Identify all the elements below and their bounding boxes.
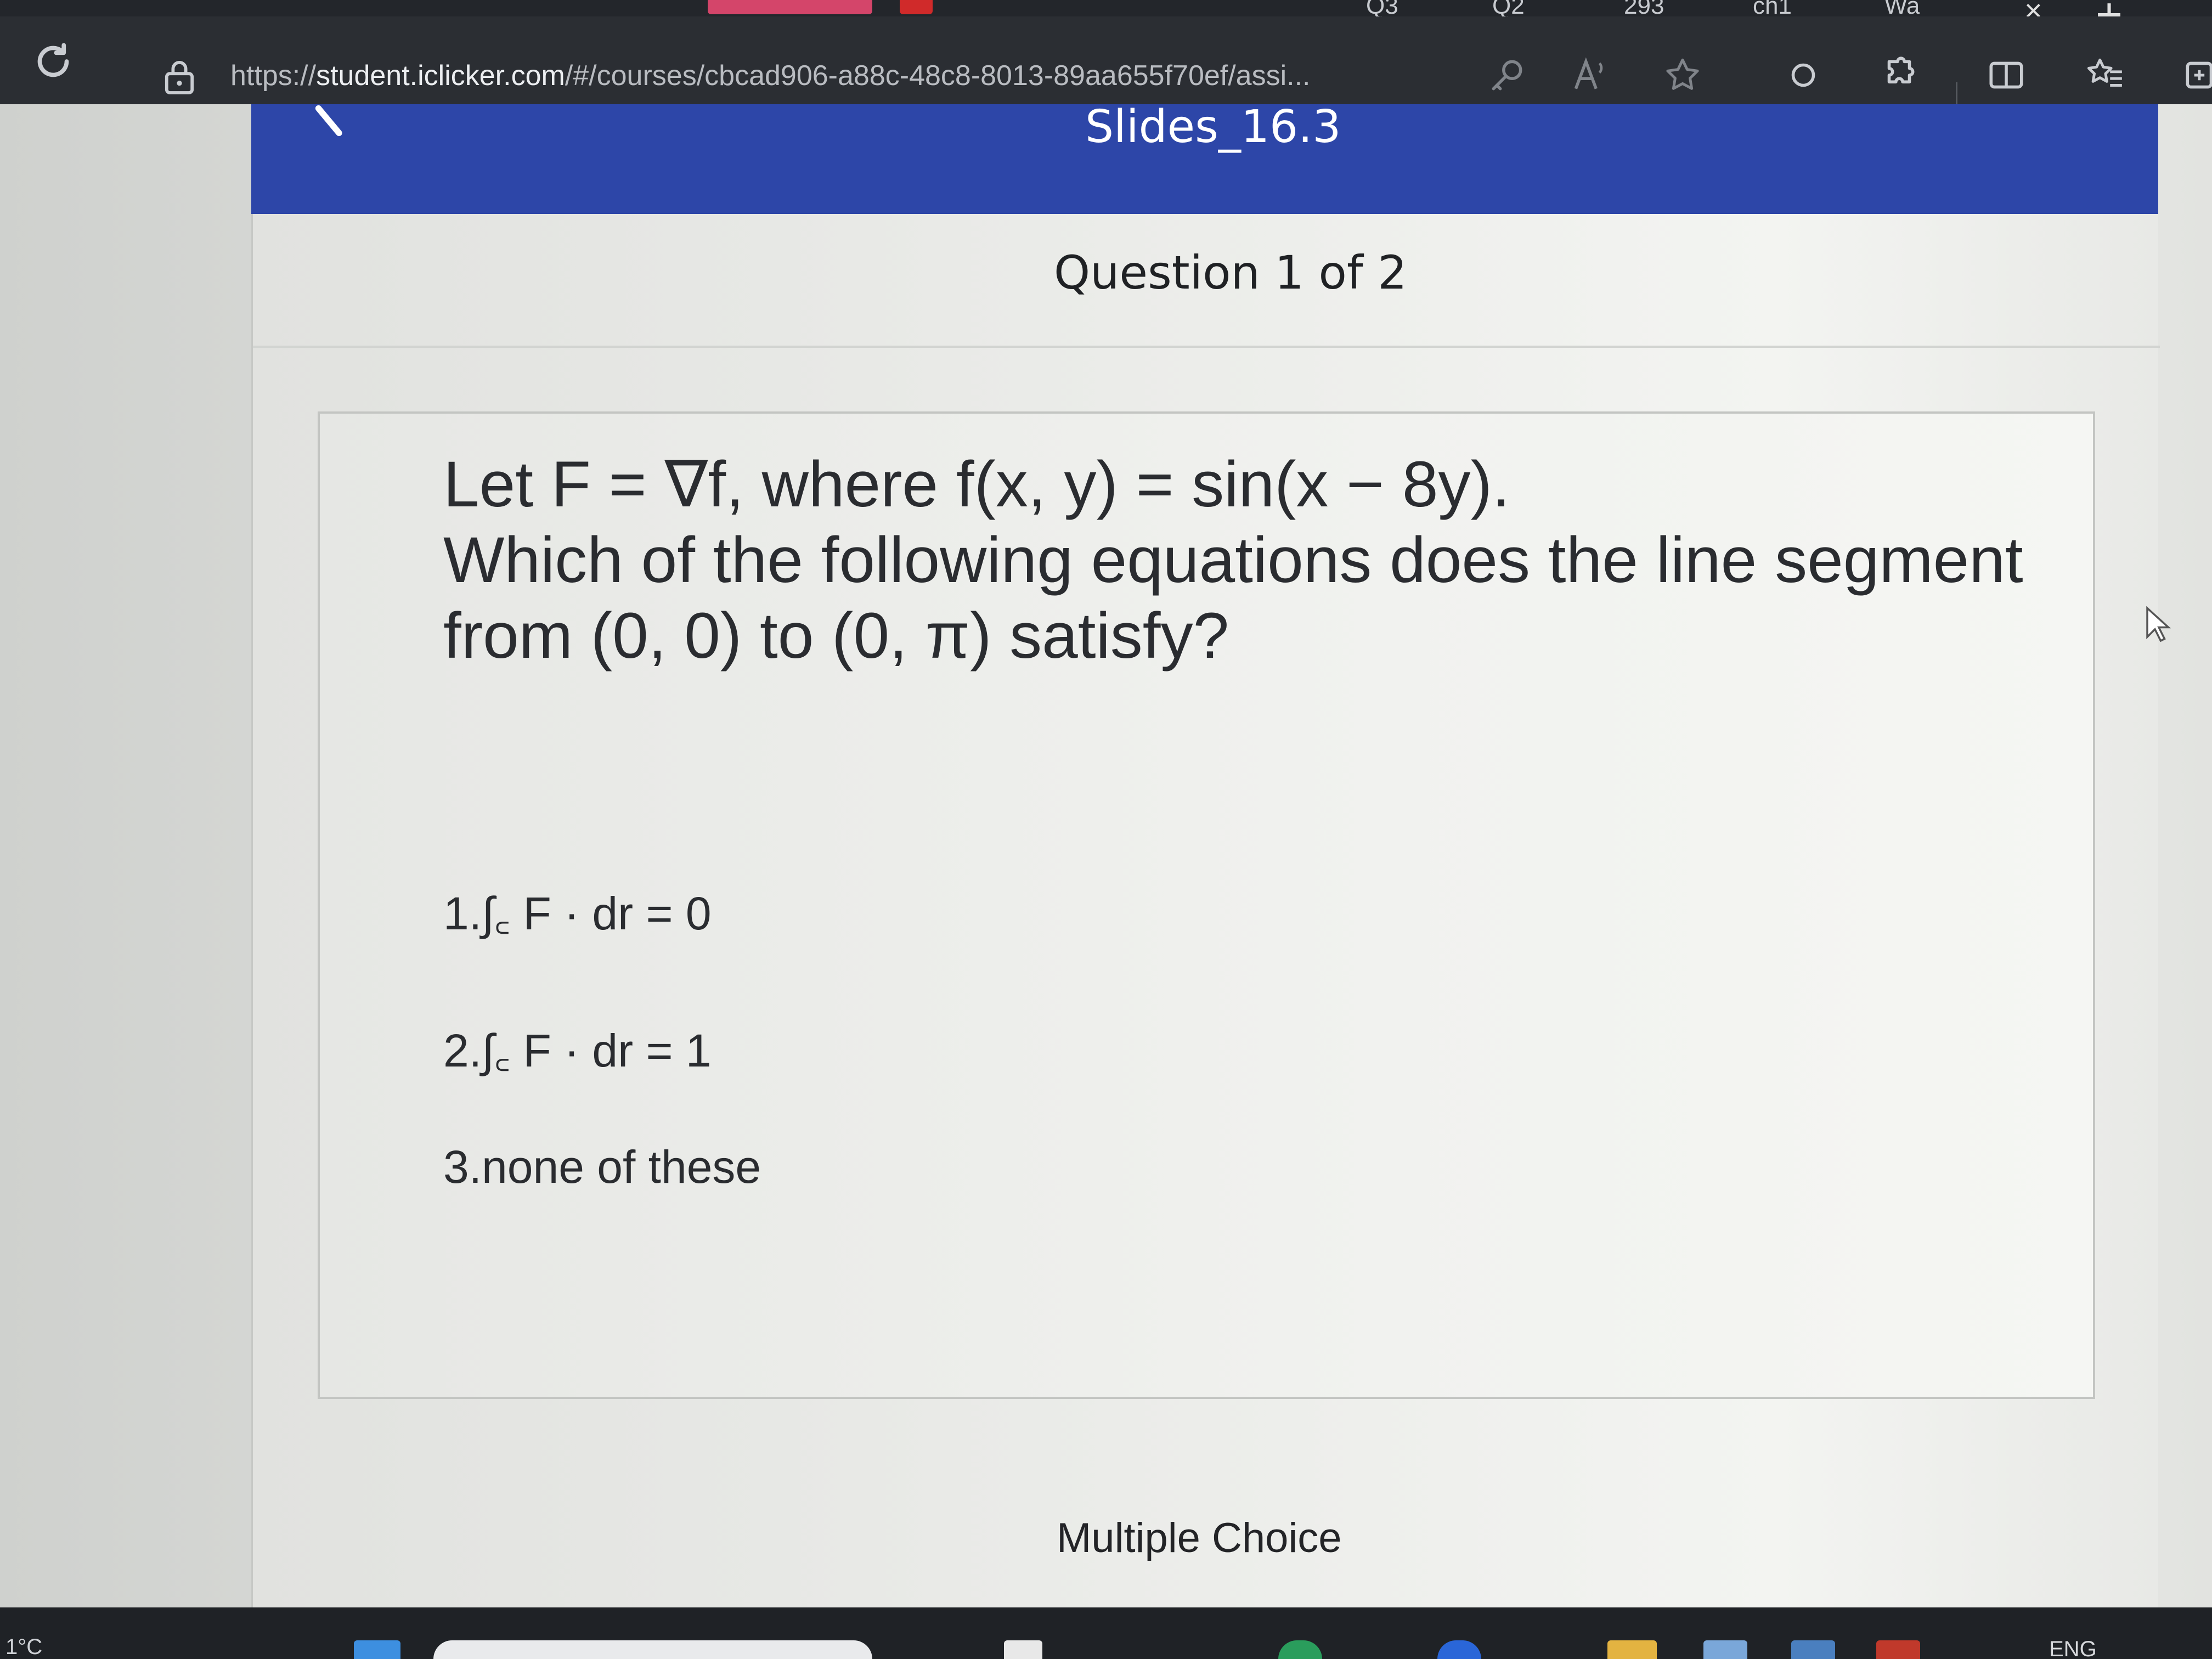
os-taskbar: 1°C ENG bbox=[0, 1607, 2212, 1659]
search-box[interactable] bbox=[433, 1640, 872, 1659]
question-card: Let F = ∇f, where f(x, y) = sin(x − 8y).… bbox=[318, 411, 2095, 1399]
page-viewport: Question 1 of 2 Let F = ∇f, where f(x, y… bbox=[0, 101, 2212, 1607]
read-aloud-icon[interactable] bbox=[1569, 55, 1610, 95]
taskbar-app-icon-5[interactable] bbox=[1791, 1640, 1835, 1659]
question-text: Let F = ∇f, where f(x, y) = sin(x − 8y).… bbox=[443, 447, 2089, 674]
url-host: student.iclicker.com bbox=[316, 60, 565, 92]
reload-icon[interactable] bbox=[30, 38, 76, 84]
header-divider bbox=[253, 346, 2160, 348]
taskbar-app-icon-6[interactable] bbox=[1876, 1640, 1920, 1659]
choice-3[interactable]: 3.none of these bbox=[443, 1141, 761, 1194]
url-field[interactable]: https://student.iclicker.com/#/courses/c… bbox=[230, 59, 1311, 92]
taskbar-app-icon-3[interactable] bbox=[1437, 1640, 1481, 1659]
tab-chip-red[interactable] bbox=[708, 0, 872, 14]
file-explorer-icon[interactable] bbox=[1607, 1640, 1657, 1659]
favorites-list-icon[interactable] bbox=[2085, 55, 2125, 95]
taskbar-app-icon-1[interactable] bbox=[1004, 1640, 1042, 1659]
question-type-label: Multiple Choice bbox=[1057, 1515, 1342, 1561]
extension-badge-icon[interactable] bbox=[1783, 55, 1824, 95]
question-line-2: Which of the following equations does th… bbox=[443, 524, 2023, 596]
browser-tab-strip: Q3 Q2 293 ch1 Wa × + bbox=[0, 0, 2212, 40]
key-icon[interactable] bbox=[1487, 55, 1527, 95]
question-line-3: from (0, 0) to (0, π) satisfy? bbox=[443, 600, 1229, 672]
url-prefix: https:// bbox=[230, 60, 317, 92]
slides-header-bar: Slides_16.3 bbox=[251, 101, 2158, 214]
mouse-cursor-icon bbox=[2146, 606, 2171, 642]
question-line-1: Let F = ∇f, where f(x, y) = sin(x − 8y). bbox=[443, 448, 1510, 521]
question-counter: Question 1 of 2 bbox=[1054, 246, 1407, 300]
weather-temperature[interactable]: 1°C bbox=[5, 1635, 42, 1659]
taskbar-app-icon-2[interactable] bbox=[1278, 1640, 1322, 1659]
favorite-star-icon[interactable] bbox=[1662, 55, 1703, 95]
taskbar-app-icon-4[interactable] bbox=[1703, 1640, 1747, 1659]
choice-2[interactable]: 2.∫꜀ F · dr = 1 bbox=[443, 1017, 712, 1080]
language-indicator[interactable]: ENG bbox=[2049, 1637, 2097, 1659]
extensions-puzzle-icon[interactable] bbox=[1879, 55, 1920, 95]
address-bar: https://student.iclicker.com/#/courses/c… bbox=[0, 16, 2212, 128]
choice-1[interactable]: 1.∫꜀ F · dr = 0 bbox=[443, 880, 712, 943]
tab-chip-red-2[interactable] bbox=[900, 0, 933, 14]
lock-icon[interactable] bbox=[163, 59, 195, 94]
url-path: /#/courses/cbcad906-a88c-48c8-8013-89aa6… bbox=[565, 60, 1311, 92]
main-content: Question 1 of 2 Let F = ∇f, where f(x, y… bbox=[251, 104, 2160, 1607]
start-windows-icon[interactable] bbox=[354, 1640, 400, 1659]
split-screen-icon[interactable] bbox=[1986, 55, 2027, 95]
back-arrow-icon[interactable] bbox=[306, 104, 356, 154]
slides-title: Slides_16.3 bbox=[1085, 101, 1341, 153]
collections-icon[interactable] bbox=[2181, 55, 2212, 95]
